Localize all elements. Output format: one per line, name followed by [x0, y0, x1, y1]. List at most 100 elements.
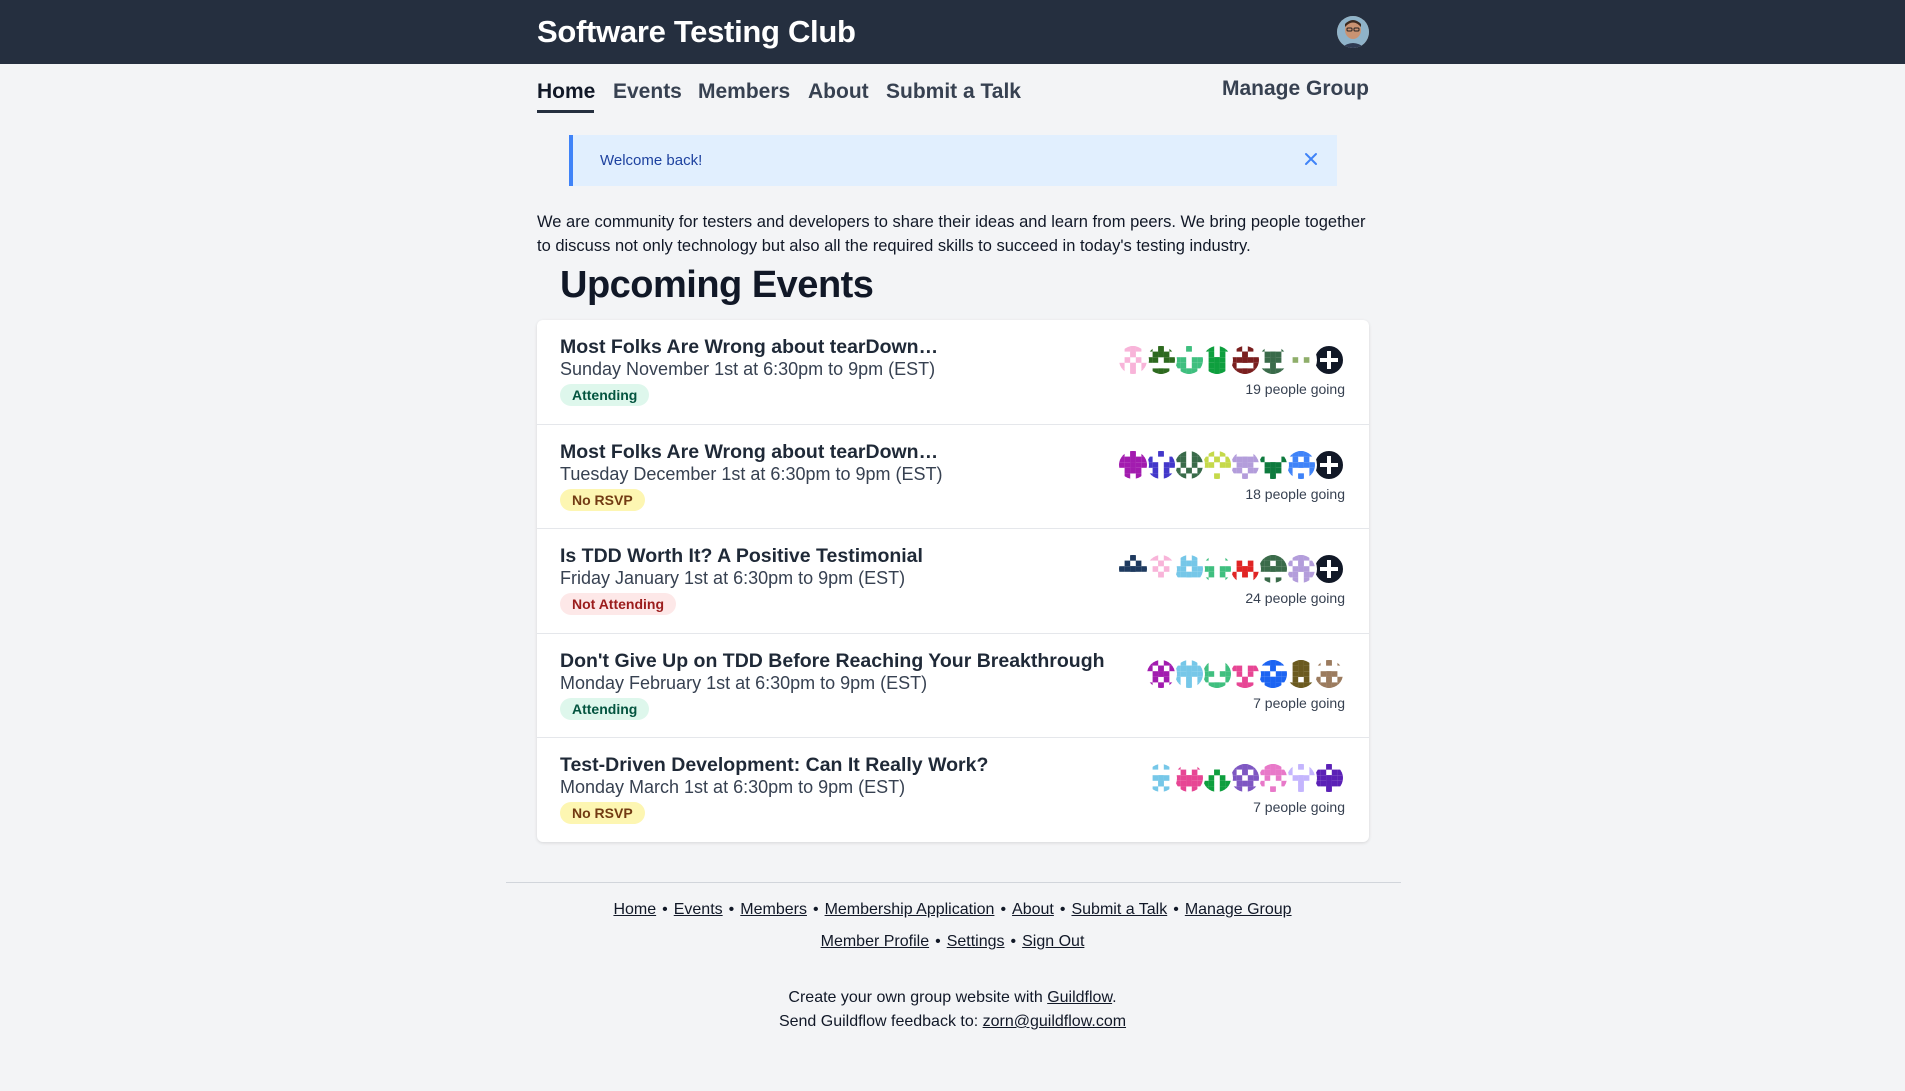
event-title[interactable]: Don't Give Up on TDD Before Reaching You…	[560, 650, 1105, 673]
footer-divider	[506, 882, 1401, 883]
feedback-line: Send Guildflow feedback to: zorn@guildfl…	[0, 1013, 1905, 1031]
attendee-avatar[interactable]	[1285, 658, 1317, 690]
brand-title[interactable]: Software Testing Club	[537, 14, 856, 50]
attendee-avatar[interactable]	[1145, 762, 1177, 794]
attendee-avatar[interactable]	[1257, 553, 1289, 585]
attendee-avatar[interactable]	[1145, 449, 1177, 481]
nav-about[interactable]: About	[808, 80, 869, 104]
attendee-avatar[interactable]	[1285, 762, 1317, 794]
attendee-avatar[interactable]	[1173, 553, 1205, 585]
attendee-avatar[interactable]	[1201, 344, 1233, 376]
attendee-avatars	[1145, 658, 1345, 690]
footer-link-manage-group[interactable]: Manage Group	[1185, 901, 1292, 918]
footer-link-submit-talk[interactable]: Submit a Talk	[1071, 901, 1167, 918]
main-nav: Home Events Members About Submit a Talk …	[537, 77, 1369, 114]
nav-events[interactable]: Events	[613, 80, 682, 104]
footer-link-about[interactable]: About	[1012, 901, 1054, 918]
more-attendees-icon[interactable]	[1313, 449, 1345, 481]
guildflow-credit: Create your own group website with Guild…	[0, 989, 1905, 1007]
footer-separator: •	[1173, 901, 1179, 918]
attendee-avatar[interactable]	[1173, 658, 1205, 690]
event-row[interactable]: Is TDD Worth It? A Positive Testimonial …	[537, 528, 1369, 632]
event-title[interactable]: Is TDD Worth It? A Positive Testimonial	[560, 545, 923, 568]
footer-separator: •	[812, 901, 819, 918]
event-row[interactable]: Test-Driven Development: Can It Really W…	[537, 737, 1369, 841]
footer-link-membership-application[interactable]: Membership Application	[825, 901, 995, 918]
rsvp-status-badge: Not Attending	[560, 593, 677, 615]
attendee-avatar[interactable]	[1257, 344, 1289, 376]
user-photo-icon	[1337, 16, 1369, 48]
attendee-avatar[interactable]	[1257, 762, 1289, 794]
credit-prefix: Create your own group website with	[788, 989, 1048, 1006]
attendee-avatar[interactable]	[1145, 344, 1177, 376]
group-description: We are community for testers and develop…	[537, 213, 1366, 255]
event-title[interactable]: Most Folks Are Wrong about tearDown…	[560, 336, 938, 359]
nav-home[interactable]: Home	[537, 80, 595, 104]
attendee-count: 7 people going	[1253, 695, 1345, 711]
event-row[interactable]: Don't Give Up on TDD Before Reaching You…	[537, 633, 1369, 737]
feedback-email-link[interactable]: zorn@guildflow.com	[983, 1013, 1126, 1030]
guildflow-link[interactable]: Guildflow	[1047, 989, 1112, 1006]
attendee-avatar[interactable]	[1229, 344, 1261, 376]
attendee-avatar[interactable]	[1229, 553, 1261, 585]
attendee-avatar[interactable]	[1313, 762, 1345, 794]
nav-manage-group[interactable]: Manage Group	[1222, 77, 1369, 101]
event-title[interactable]: Test-Driven Development: Can It Really W…	[560, 754, 988, 777]
attendee-avatar[interactable]	[1229, 449, 1261, 481]
attendee-avatar[interactable]	[1313, 658, 1345, 690]
nav-submit-talk[interactable]: Submit a Talk	[886, 80, 1021, 104]
attendee-avatar[interactable]	[1117, 344, 1149, 376]
footer-separator: •	[728, 901, 735, 918]
more-attendees-icon[interactable]	[1313, 344, 1345, 376]
attendee-avatar[interactable]	[1117, 449, 1149, 481]
rsvp-status-badge: No RSVP	[560, 489, 645, 511]
upcoming-events-heading: Upcoming Events	[560, 264, 874, 306]
footer-link-home[interactable]: Home	[613, 901, 656, 918]
event-date: Monday February 1st at 6:30pm to 9pm (ES…	[560, 673, 928, 693]
footer-link-events[interactable]: Events	[674, 901, 723, 918]
attendee-avatar[interactable]	[1229, 658, 1261, 690]
attendee-avatar[interactable]	[1285, 449, 1317, 481]
top-bar: Software Testing Club	[0, 0, 1905, 64]
user-avatar[interactable]	[1337, 16, 1369, 48]
attendee-avatar[interactable]	[1201, 449, 1233, 481]
attendee-avatar[interactable]	[1201, 553, 1233, 585]
welcome-alert: Welcome back!	[569, 135, 1337, 186]
attendee-avatar[interactable]	[1145, 553, 1177, 585]
alert-message: Welcome back!	[600, 152, 703, 169]
event-date: Sunday November 1st at 6:30pm to 9pm (ES…	[560, 359, 936, 379]
attendee-avatar[interactable]	[1285, 553, 1317, 585]
credit-suffix: .	[1112, 989, 1117, 1006]
attendee-avatar[interactable]	[1257, 658, 1289, 690]
footer-separator: •	[1000, 901, 1007, 918]
attendee-avatar[interactable]	[1285, 344, 1317, 376]
events-list: Most Folks Are Wrong about tearDown… Sun…	[537, 320, 1369, 842]
attendee-count: 18 people going	[1245, 486, 1345, 502]
nav-members[interactable]: Members	[698, 80, 790, 104]
attendee-avatar[interactable]	[1257, 449, 1289, 481]
event-date: Monday March 1st at 6:30pm to 9pm (EST)	[560, 777, 906, 797]
footer-link-members[interactable]: Members	[740, 901, 807, 918]
rsvp-status-badge: Attending	[560, 698, 650, 720]
more-attendees-icon[interactable]	[1313, 553, 1345, 585]
attendee-avatar[interactable]	[1173, 449, 1205, 481]
attendee-avatar[interactable]	[1201, 658, 1233, 690]
rsvp-status-badge: Attending	[560, 384, 650, 406]
attendee-avatar[interactable]	[1201, 762, 1233, 794]
footer-link-settings[interactable]: Settings	[947, 933, 1005, 950]
footer-separator: •	[1059, 901, 1066, 918]
footer-link-sign-out[interactable]: Sign Out	[1022, 933, 1084, 950]
attendee-avatar[interactable]	[1173, 344, 1205, 376]
attendee-avatar[interactable]	[1229, 762, 1261, 794]
close-icon[interactable]	[1301, 149, 1321, 169]
attendee-avatar[interactable]	[1173, 762, 1205, 794]
footer-link-member-profile[interactable]: Member Profile	[821, 933, 929, 950]
attendee-avatars	[1117, 449, 1345, 481]
event-row[interactable]: Most Folks Are Wrong about tearDown… Sun…	[537, 320, 1369, 424]
attendee-avatar[interactable]	[1145, 658, 1177, 690]
event-title[interactable]: Most Folks Are Wrong about tearDown…	[560, 441, 938, 464]
attendee-count: 24 people going	[1245, 590, 1345, 606]
attendee-avatar[interactable]	[1117, 553, 1149, 585]
attendee-count: 7 people going	[1253, 799, 1345, 815]
event-row[interactable]: Most Folks Are Wrong about tearDown… Tue…	[537, 424, 1369, 528]
